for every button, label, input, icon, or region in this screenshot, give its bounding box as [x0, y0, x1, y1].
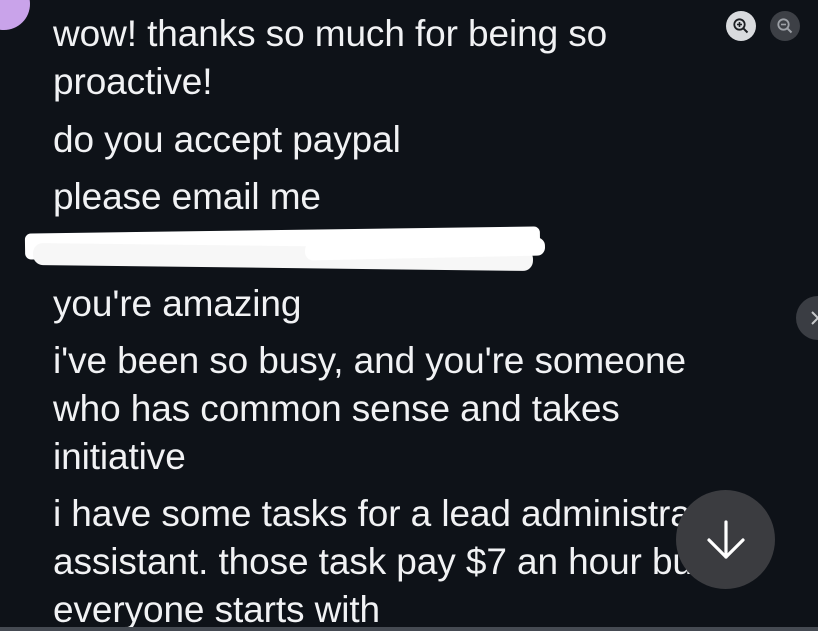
- message-text: i've been so busy, and you're someone wh…: [53, 340, 686, 477]
- previous-message-cutoff: [52, 0, 432, 4]
- message-text: wow! thanks so much for being so proacti…: [53, 13, 608, 102]
- bottom-divider: [0, 627, 818, 631]
- scroll-to-bottom-button[interactable]: [676, 490, 775, 589]
- message-text: i have some tasks for a lead administrat…: [53, 493, 748, 630]
- arrow-down-icon: [706, 519, 745, 559]
- next-image-button[interactable]: [796, 296, 818, 340]
- message-text: please email me: [53, 176, 321, 217]
- zoom-in-button[interactable]: [726, 11, 756, 41]
- message-text: you're amazing: [53, 283, 302, 324]
- redaction-scribble: [24, 226, 546, 274]
- avatar: [0, 0, 30, 30]
- zoom-in-icon: [733, 18, 749, 34]
- zoom-out-button[interactable]: [770, 11, 800, 41]
- message-text: do you accept paypal: [53, 119, 401, 160]
- zoom-out-icon: [777, 18, 793, 34]
- chevron-right-icon: [811, 311, 818, 325]
